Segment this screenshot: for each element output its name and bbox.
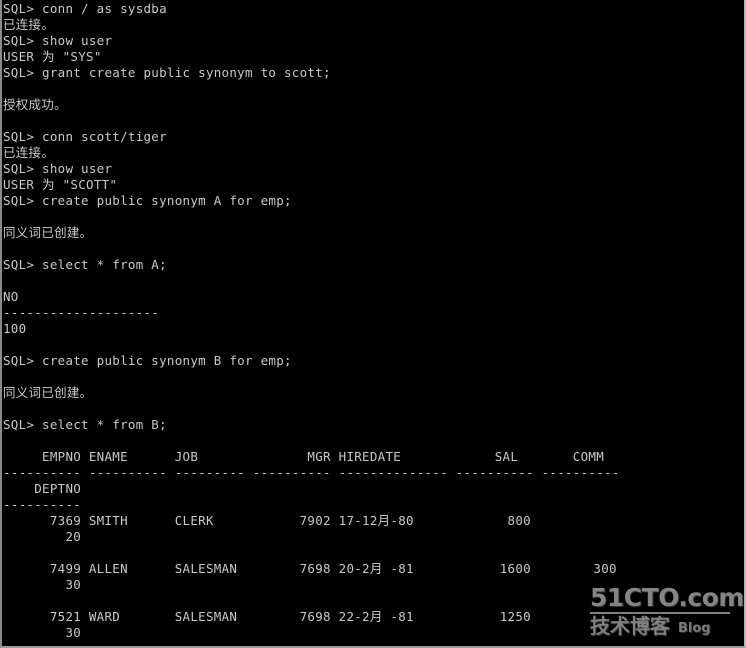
terminal-line: SQL> select * from A; — [3, 257, 167, 272]
terminal-window[interactable]: SQL> conn / as sysdba 已连接。 SQL> show user U… — [0, 0, 746, 648]
terminal-line: 已连接。 — [3, 17, 55, 32]
terminal-line: SQL> create public synonym A for emp; — [3, 193, 292, 208]
terminal-line: USER 为 "SCOTT" — [3, 177, 118, 192]
terminal-line: 30 — [3, 625, 82, 640]
terminal-line: SQL> conn / as sysdba — [3, 1, 167, 16]
terminal-output[interactable]: SQL> conn / as sysdba 已连接。 SQL> show user U… — [2, 0, 744, 646]
terminal-line: ---------- ---------- --------- --------… — [3, 465, 620, 480]
terminal-line: 100 — [3, 321, 27, 336]
terminal-line: USER 为 "SYS" — [3, 49, 102, 64]
terminal-line: SQL> show user — [3, 161, 113, 176]
terminal-line: SQL> conn scott/tiger — [3, 129, 167, 144]
terminal-line: EMPNO ENAME JOB MGR HIREDATE SAL COMM — [3, 449, 605, 464]
terminal-line: 7369 SMITH CLERK 7902 17-12月-80 800 — [3, 513, 531, 528]
terminal-line: SQL> show user — [3, 33, 113, 48]
terminal-line: ---------- — [3, 497, 82, 512]
terminal-line: SQL> select * from B; — [3, 417, 167, 432]
terminal-line: 已连接。 — [3, 145, 55, 160]
terminal-line: 同义词已创建。 — [3, 225, 93, 240]
terminal-line: 7521 WARD SALESMAN 7698 22-2月 -81 1250 — [3, 609, 531, 624]
terminal-line: 同义词已创建。 — [3, 385, 93, 400]
terminal-line: -------------------- — [3, 305, 160, 320]
terminal-line: SQL> grant create public synonym to scot… — [3, 65, 331, 80]
terminal-line: 授权成功。 — [3, 97, 67, 112]
terminal-line: 20 — [3, 529, 82, 544]
terminal-line: 7499 ALLEN SALESMAN 7698 20-2月 -81 1600 … — [3, 561, 617, 576]
terminal-line: SQL> create public synonym B for emp; — [3, 353, 292, 368]
terminal-line: DEPTNO — [3, 481, 82, 496]
terminal-line: NO — [3, 289, 19, 304]
terminal-line: 30 — [3, 577, 82, 592]
